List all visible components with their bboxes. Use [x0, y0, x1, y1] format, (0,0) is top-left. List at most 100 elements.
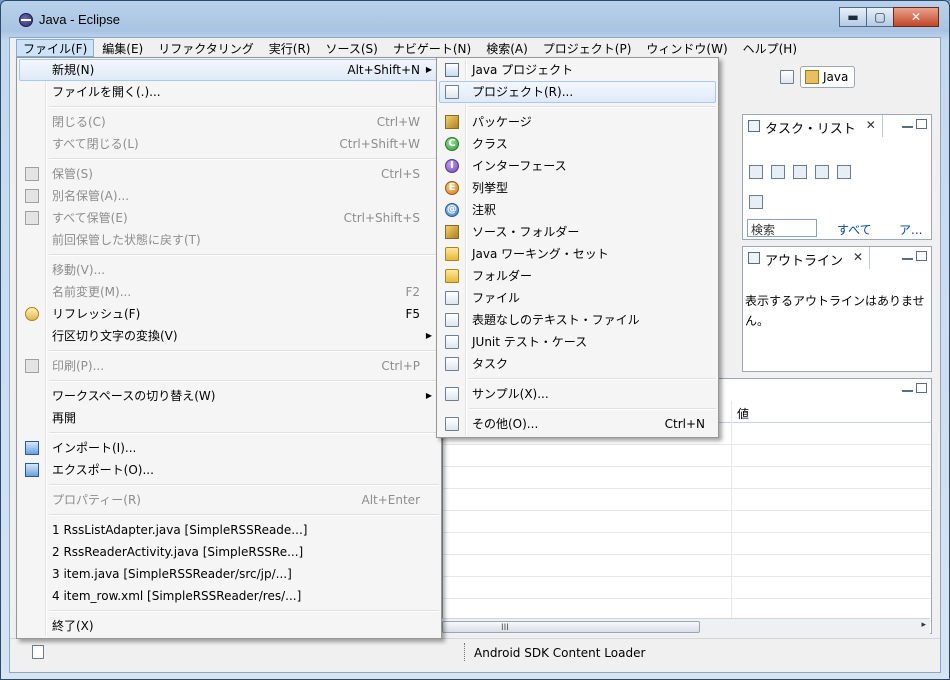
categorize-icon[interactable]	[771, 165, 785, 179]
menu-item-switch-workspace[interactable]: ワークスペースの切り替え(W) ▶	[19, 385, 439, 407]
menu-item-java-working-set[interactable]: Java ワーキング・セット	[439, 243, 716, 265]
scroll-right-icon[interactable]: ▸	[921, 620, 926, 630]
menu-separator	[49, 484, 439, 486]
scheduled-icon[interactable]	[837, 165, 851, 179]
fast-view-icon[interactable]	[32, 645, 44, 659]
menu-run[interactable]: 実行(R)	[262, 39, 318, 57]
menu-bar: ファイル(F) 編集(E) リファクタリング 実行(R) ソース(S) ナビゲー…	[10, 38, 940, 58]
close-icon[interactable]: ✕	[866, 118, 876, 132]
tab-outline[interactable]: アウトライン ✕	[743, 247, 871, 269]
menu-item-other[interactable]: その他(O)... Ctrl+N	[439, 413, 716, 435]
menu-item-label: JUnit テスト・ケース	[472, 335, 588, 349]
menu-file[interactable]: ファイル(F)	[16, 39, 95, 57]
remove-icon[interactable]	[815, 165, 829, 179]
value-column-header[interactable]: 値	[737, 405, 749, 422]
menu-item-annotation[interactable]: @ 注釈	[439, 199, 716, 221]
menu-item-task[interactable]: タスク	[439, 353, 716, 375]
menu-item-close-all[interactable]: すべて閉じる(L) Ctrl+Shift+W	[19, 133, 439, 155]
refresh-icon	[25, 307, 39, 321]
close-icon[interactable]: ✕	[853, 250, 863, 264]
menu-source[interactable]: ソース(S)	[318, 39, 384, 57]
maximize-view-icon[interactable]	[916, 119, 927, 129]
menu-item-convert-line-delimiters[interactable]: 行区切り文字の変換(V) ▶	[19, 325, 439, 347]
open-perspective-icon[interactable]	[780, 70, 794, 84]
task-filter-all-link[interactable]: すべて	[837, 221, 872, 238]
window-title: Java - Eclipse	[39, 12, 120, 27]
menu-item-project[interactable]: プロジェクト(R)...	[439, 81, 716, 103]
menu-item-export[interactable]: エクスポート(O)...	[19, 459, 439, 481]
menu-item-exit[interactable]: 終了(X)	[19, 615, 439, 637]
menu-refactor[interactable]: リファクタリング	[151, 39, 261, 57]
menu-item-label: 新規(N)	[52, 63, 95, 77]
minimize-button[interactable]: ▬	[839, 7, 867, 27]
save-icon	[25, 167, 39, 181]
menu-item-revert[interactable]: 前回保管した状態に戻す(T)	[19, 229, 439, 251]
minimize-view-icon[interactable]	[902, 388, 913, 392]
task-filter-more-link[interactable]: ア...	[899, 221, 922, 238]
menu-item-java-project[interactable]: Java プロジェクト	[439, 59, 716, 81]
menu-item-interface[interactable]: I インターフェース	[439, 155, 716, 177]
table-row	[443, 511, 931, 533]
close-button[interactable]: ✕	[893, 7, 939, 27]
menu-item-recent-file-2[interactable]: 2 RssReaderActivity.java [SimpleRSSRe...…	[19, 541, 439, 563]
scrollbar-thumb[interactable]: III	[442, 621, 700, 633]
table-row	[443, 577, 931, 599]
file-icon	[445, 291, 459, 305]
activate-task-icon[interactable]	[749, 195, 763, 209]
tab-task-list[interactable]: タスク・リスト ✕	[743, 115, 883, 137]
horizontal-scrollbar[interactable]: III ▸	[442, 618, 930, 634]
menu-item-recent-file-1[interactable]: 1 RssListAdapter.java [SimpleRSSReade...…	[19, 519, 439, 541]
menu-item-new[interactable]: 新規(N) Alt+Shift+N ▶	[19, 59, 439, 81]
maximize-view-icon[interactable]	[916, 383, 927, 393]
menu-item-recent-file-3[interactable]: 3 item.java [SimpleRSSReader/src/jp/...]	[19, 563, 439, 585]
menu-item-enum[interactable]: E 列挙型	[439, 177, 716, 199]
source-folder-icon	[445, 225, 459, 239]
java-perspective-button[interactable]: Java	[800, 66, 856, 88]
collapse-icon[interactable]	[793, 165, 807, 179]
menu-item-import[interactable]: インポート(I)...	[19, 437, 439, 459]
maximize-button[interactable]: ▢	[866, 7, 894, 27]
menu-item-folder[interactable]: フォルダー	[439, 265, 716, 287]
menu-item-label: フォルダー	[472, 269, 533, 283]
menu-item-restart[interactable]: 再開	[19, 407, 439, 429]
menu-item-examples[interactable]: サンプル(X)...	[439, 383, 716, 405]
menu-item-save-all[interactable]: すべて保管(E) Ctrl+Shift+S	[19, 207, 439, 229]
menu-search[interactable]: 検索(A)	[479, 39, 535, 57]
menu-window[interactable]: ウィンドウ(W)	[639, 39, 734, 57]
menu-item-move[interactable]: 移動(V)...	[19, 259, 439, 281]
menu-item-open-file[interactable]: ファイルを開く(.)...	[19, 81, 439, 103]
menu-navigate[interactable]: ナビゲート(N)	[386, 39, 478, 57]
menu-item-source-folder[interactable]: ソース・フォルダー	[439, 221, 716, 243]
save-all-icon	[25, 211, 39, 225]
menu-item-label: 終了(X)	[52, 619, 94, 633]
menu-separator	[49, 610, 439, 612]
menu-item-shortcut: Alt+Shift+N	[347, 63, 420, 77]
task-search-input[interactable]: 検索	[747, 219, 817, 237]
minimize-view-icon[interactable]	[902, 256, 913, 260]
submenu-arrow-icon: ▶	[425, 331, 432, 340]
menu-item-print[interactable]: 印刷(P)... Ctrl+P	[19, 355, 439, 377]
menu-item-package[interactable]: パッケージ	[439, 111, 716, 133]
table-row	[443, 533, 931, 555]
new-task-icon[interactable]	[749, 165, 763, 179]
menu-item-refresh[interactable]: リフレッシュ(F) F5	[19, 303, 439, 325]
menu-separator	[469, 106, 716, 108]
title-bar[interactable]: Java - Eclipse ▬ ▢ ✕	[1, 1, 949, 37]
window-controls: ▬ ▢ ✕	[839, 7, 939, 27]
menu-help[interactable]: ヘルプ(H)	[736, 39, 804, 57]
menu-item-close[interactable]: 閉じる(C) Ctrl+W	[19, 111, 439, 133]
menu-item-save[interactable]: 保管(S) Ctrl+S	[19, 163, 439, 185]
menu-project[interactable]: プロジェクト(P)	[536, 39, 639, 57]
menu-item-file[interactable]: ファイル	[439, 287, 716, 309]
menu-item-label: ソース・フォルダー	[472, 225, 580, 239]
menu-item-properties[interactable]: プロパティー(R) Alt+Enter	[19, 489, 439, 511]
menu-item-junit-test-case[interactable]: JUnit テスト・ケース	[439, 331, 716, 353]
menu-item-recent-file-4[interactable]: 4 item_row.xml [SimpleRSSReader/res/...]	[19, 585, 439, 607]
menu-item-untitled-text-file[interactable]: 表題なしのテキスト・ファイル	[439, 309, 716, 331]
menu-item-save-as[interactable]: 別名保管(A)...	[19, 185, 439, 207]
maximize-view-icon[interactable]	[916, 251, 927, 261]
menu-item-class[interactable]: C クラス	[439, 133, 716, 155]
menu-item-rename[interactable]: 名前変更(M)... F2	[19, 281, 439, 303]
minimize-view-icon[interactable]	[902, 124, 913, 128]
menu-edit[interactable]: 編集(E)	[95, 39, 150, 57]
